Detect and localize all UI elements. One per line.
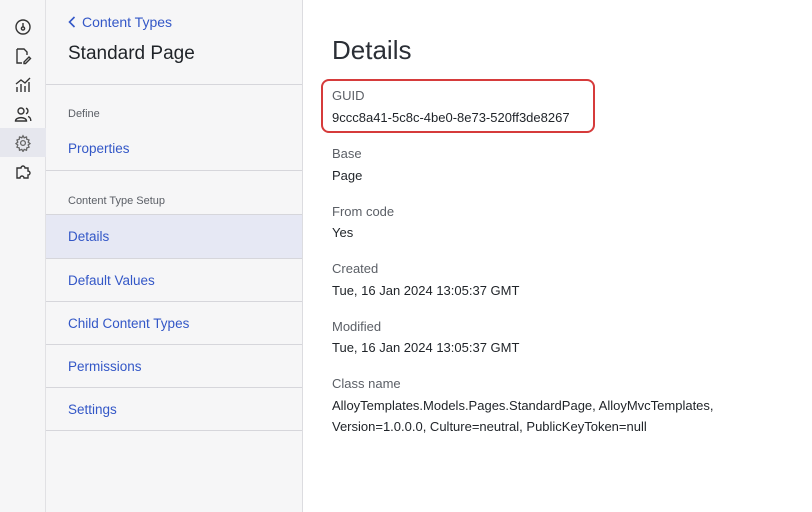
back-to-content-types-link[interactable]: Content Types <box>68 14 172 30</box>
section-label-setup: Content Type Setup <box>68 195 166 207</box>
details-panel: Details GUID 9ccc8a41-5c8c-4be0-8e73-520… <box>303 0 812 512</box>
created-label: Created <box>332 261 379 276</box>
content-type-title: Standard Page <box>68 43 195 64</box>
content-type-sidebar: Content Types Standard Page Define Prope… <box>46 0 303 512</box>
modified-label: Modified <box>332 319 382 334</box>
guid-label: GUID <box>332 88 365 103</box>
modified-value: Tue, 16 Jan 2024 13:05:37 GMT <box>332 340 520 355</box>
dashboard-icon <box>15 18 31 35</box>
class-name-value-line2: Version=1.0.0.0, Culture=neutral, Public… <box>332 419 647 434</box>
divider <box>46 430 302 431</box>
analytics-button[interactable] <box>0 70 46 99</box>
page-title: Details <box>332 35 412 65</box>
divider <box>46 170 302 171</box>
class-name-value-line1: AlloyTemplates.Models.Pages.StandardPage… <box>332 398 714 413</box>
section-label-define: Define <box>68 108 100 120</box>
sidebar-item-details[interactable]: Details <box>46 215 302 258</box>
users-icon <box>14 106 32 122</box>
analytics-icon <box>15 77 31 92</box>
sidebar-item-permissions[interactable]: Permissions <box>46 345 302 387</box>
sidebar-item-child-content-types[interactable]: Child Content Types <box>46 302 302 344</box>
settings-icon <box>14 134 32 152</box>
sidebar-item-settings[interactable]: Settings <box>46 388 302 430</box>
sidebar-item-properties[interactable]: Properties <box>46 127 302 170</box>
class-name-label: Class name <box>332 376 401 391</box>
base-value: Page <box>332 168 363 183</box>
edit-page-icon <box>16 47 32 64</box>
dashboard-button[interactable] <box>0 12 46 41</box>
settings-button[interactable] <box>0 128 46 157</box>
edit-content-button[interactable] <box>0 41 46 70</box>
addons-icon <box>16 164 31 179</box>
divider <box>46 84 302 85</box>
created-value: Tue, 16 Jan 2024 13:05:37 GMT <box>332 283 520 298</box>
addons-button[interactable] <box>0 157 46 186</box>
back-link-label: Content Types <box>82 14 173 30</box>
guid-value: 9ccc8a41-5c8c-4be0-8e73-520ff3de8267 <box>332 110 570 125</box>
sidebar-item-default-values[interactable]: Default Values <box>46 259 302 301</box>
from-code-label: From code <box>332 204 395 219</box>
from-code-value: Yes <box>332 225 354 240</box>
base-label: Base <box>332 146 362 161</box>
users-button[interactable] <box>0 99 46 128</box>
icon-rail <box>0 0 46 512</box>
chevron-left-icon <box>68 16 76 28</box>
